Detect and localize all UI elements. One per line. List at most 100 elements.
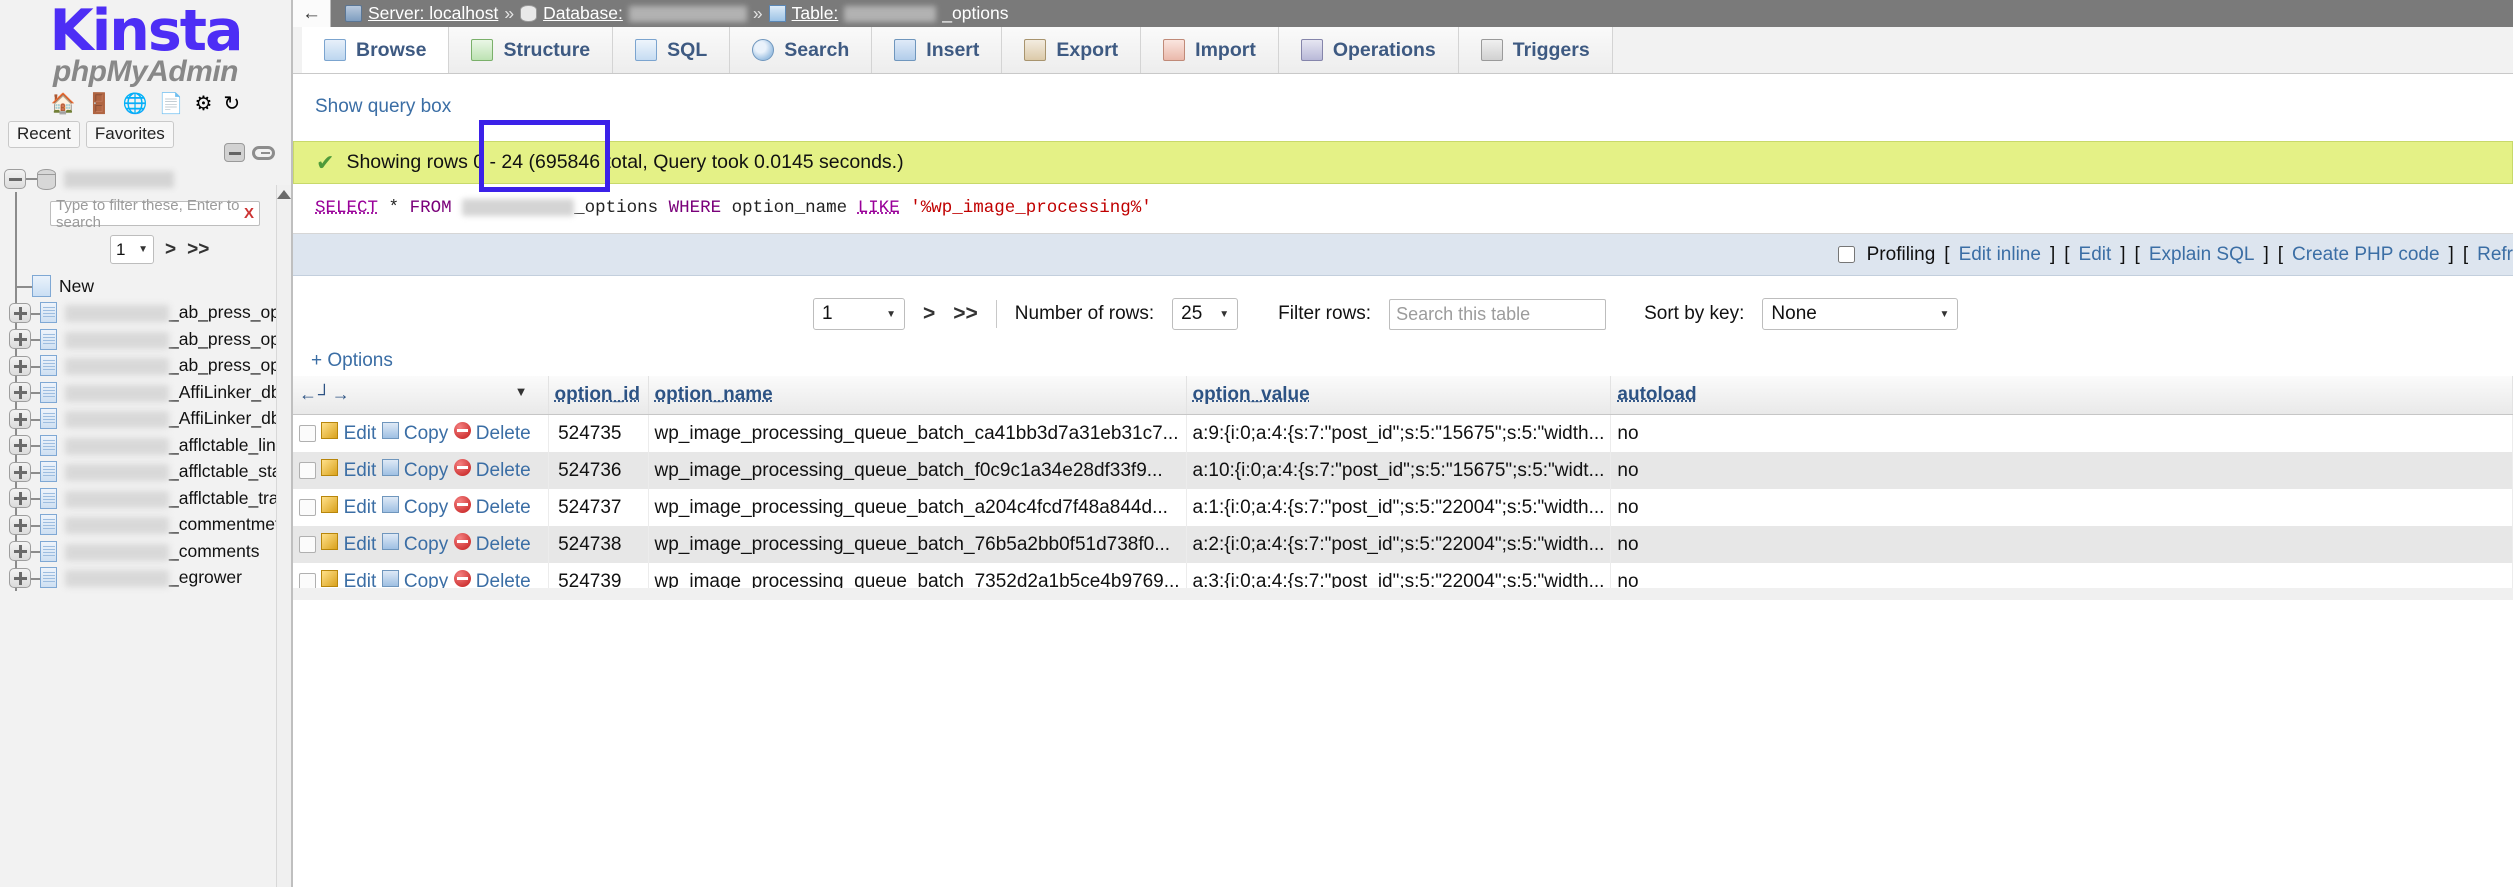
list-item[interactable]: _afflctable_link	[0, 432, 291, 459]
sql-query-display[interactable]: SELECT * FROM _options WHERE option_name…	[293, 184, 2513, 234]
expand-node-icon[interactable]	[9, 356, 31, 376]
delete-icon[interactable]	[454, 496, 471, 513]
copy-link[interactable]: Copy	[404, 497, 448, 518]
recent-tab[interactable]: Recent	[8, 121, 80, 148]
copy-link[interactable]: Copy	[404, 534, 448, 555]
tab-export[interactable]: Export	[1002, 27, 1141, 73]
favorites-tab[interactable]: Favorites	[86, 121, 174, 148]
copy-icon[interactable]	[382, 422, 399, 439]
expand-node-icon[interactable]	[9, 488, 31, 508]
expand-node-icon[interactable]	[9, 409, 31, 429]
delete-icon[interactable]	[454, 533, 471, 550]
edit-icon[interactable]	[321, 422, 338, 439]
expand-node-icon[interactable]	[9, 515, 31, 535]
copy-icon[interactable]	[382, 570, 399, 587]
logout-icon[interactable]: 🚪	[87, 94, 112, 114]
filter-rows-input[interactable]: Search this table	[1389, 299, 1606, 330]
docs-globe-icon[interactable]: 🌐	[123, 94, 148, 114]
create-php-code-link[interactable]: Create PHP code	[2292, 244, 2440, 266]
copy-icon[interactable]	[382, 459, 399, 476]
page-select[interactable]: 1 ▼	[813, 298, 905, 330]
list-item[interactable]: _afflctable_statis	[0, 459, 291, 486]
tab-search[interactable]: Search	[730, 27, 872, 73]
column-header-option-name[interactable]: option_name	[648, 376, 1186, 415]
list-item[interactable]: _ab_press_optin	[0, 300, 291, 327]
collapse-node-icon[interactable]	[4, 169, 26, 189]
delete-icon[interactable]	[454, 422, 471, 439]
breadcrumb-table[interactable]: Table:	[792, 3, 839, 24]
list-item[interactable]: _ab_press_optin	[0, 326, 291, 353]
reload-icon[interactable]: ↻	[223, 94, 240, 114]
row-checkbox[interactable]	[299, 425, 316, 442]
copy-icon[interactable]	[382, 496, 399, 513]
explain-sql-link[interactable]: Explain SQL	[2149, 244, 2255, 266]
breadcrumb-database[interactable]: Database:	[543, 3, 623, 24]
expand-node-icon[interactable]	[9, 382, 31, 402]
scroll-up-icon[interactable]	[277, 190, 291, 199]
move-columns-icon[interactable]: ←┘→	[299, 384, 351, 404]
edit-inline-link[interactable]: Edit inline	[1959, 244, 2041, 266]
copy-link[interactable]: Copy	[404, 460, 448, 481]
copy-link[interactable]: Copy	[404, 423, 448, 444]
delete-link[interactable]: Delete	[476, 497, 531, 518]
horizontal-scrollbar[interactable]	[293, 588, 2513, 600]
table-row[interactable]: Edit Copy Delete 524735 wp_image_process…	[293, 415, 2513, 453]
column-move-header[interactable]: ←┘→ ▼	[293, 376, 548, 415]
collapse-all-icon[interactable]	[224, 143, 245, 162]
copy-icon[interactable]	[382, 533, 399, 550]
expand-node-icon[interactable]	[9, 329, 31, 349]
list-item[interactable]: _AffiLinker_db_s	[0, 406, 291, 433]
back-button[interactable]: ←	[293, 0, 331, 27]
column-header-option-id[interactable]: option_id	[548, 376, 648, 415]
database-root-node[interactable]	[0, 166, 291, 192]
edit-icon[interactable]	[321, 459, 338, 476]
delete-link[interactable]: Delete	[476, 460, 531, 481]
home-icon[interactable]: 🏠	[51, 94, 76, 114]
documentation-icon[interactable]: 📄	[159, 94, 184, 114]
options-toggle[interactable]: + Options	[293, 346, 2513, 376]
edit-link[interactable]: Edit	[2079, 244, 2112, 266]
edit-icon[interactable]	[321, 533, 338, 550]
tab-import[interactable]: Import	[1141, 27, 1279, 73]
tab-browse[interactable]: Browse	[302, 27, 449, 73]
tab-insert[interactable]: Insert	[872, 27, 1002, 73]
tab-sql[interactable]: SQL	[613, 27, 730, 73]
expand-node-icon[interactable]	[9, 435, 31, 455]
list-item[interactable]: _comments	[0, 538, 291, 565]
sort-caret-icon[interactable]: ▼	[515, 384, 528, 399]
table-row[interactable]: Edit Copy Delete 524738 wp_image_process…	[293, 526, 2513, 563]
sidebar-filter-input[interactable]: Type to filter these, Enter to search X	[50, 201, 260, 226]
sidebar-next-page[interactable]: >	[165, 239, 176, 261]
list-item[interactable]: _AffiLinker_db_s	[0, 379, 291, 406]
edit-link[interactable]: Edit	[344, 497, 377, 518]
list-item[interactable]: _afflctable_track	[0, 485, 291, 512]
edit-link[interactable]: Edit	[344, 460, 377, 481]
delete-link[interactable]: Delete	[476, 423, 531, 444]
sidebar-page-select[interactable]: 1 ▼	[110, 235, 154, 264]
edit-link[interactable]: Edit	[344, 423, 377, 444]
expand-node-icon[interactable]	[9, 541, 31, 561]
link-with-main-panel-icon[interactable]	[252, 146, 275, 160]
sort-by-key-select[interactable]: None ▼	[1762, 298, 1958, 330]
edit-link[interactable]: Edit	[344, 534, 377, 555]
expand-node-icon[interactable]	[9, 568, 31, 588]
filter-clear-icon[interactable]: X	[244, 205, 254, 222]
list-item[interactable]: _ab_press_optin	[0, 353, 291, 380]
tree-item-new[interactable]: New	[0, 273, 291, 300]
delete-icon[interactable]	[454, 459, 471, 476]
edit-icon[interactable]	[321, 496, 338, 513]
tab-triggers[interactable]: Triggers	[1459, 27, 1613, 73]
list-item[interactable]: _commentmeta	[0, 512, 291, 539]
rows-per-page-select[interactable]: 25 ▼	[1172, 298, 1238, 330]
delete-icon[interactable]	[454, 570, 471, 587]
breadcrumb-server[interactable]: Server: localhost	[368, 3, 498, 24]
row-checkbox[interactable]	[299, 499, 316, 516]
delete-link[interactable]: Delete	[476, 534, 531, 555]
column-header-autoload[interactable]: autoload	[1611, 376, 2513, 415]
expand-node-icon[interactable]	[9, 303, 31, 323]
table-row[interactable]: Edit Copy Delete 524737 wp_image_process…	[293, 489, 2513, 526]
sidebar-scrollbar[interactable]	[276, 185, 291, 887]
tab-operations[interactable]: Operations	[1279, 27, 1459, 73]
row-checkbox[interactable]	[299, 536, 316, 553]
expand-node-icon[interactable]	[9, 462, 31, 482]
